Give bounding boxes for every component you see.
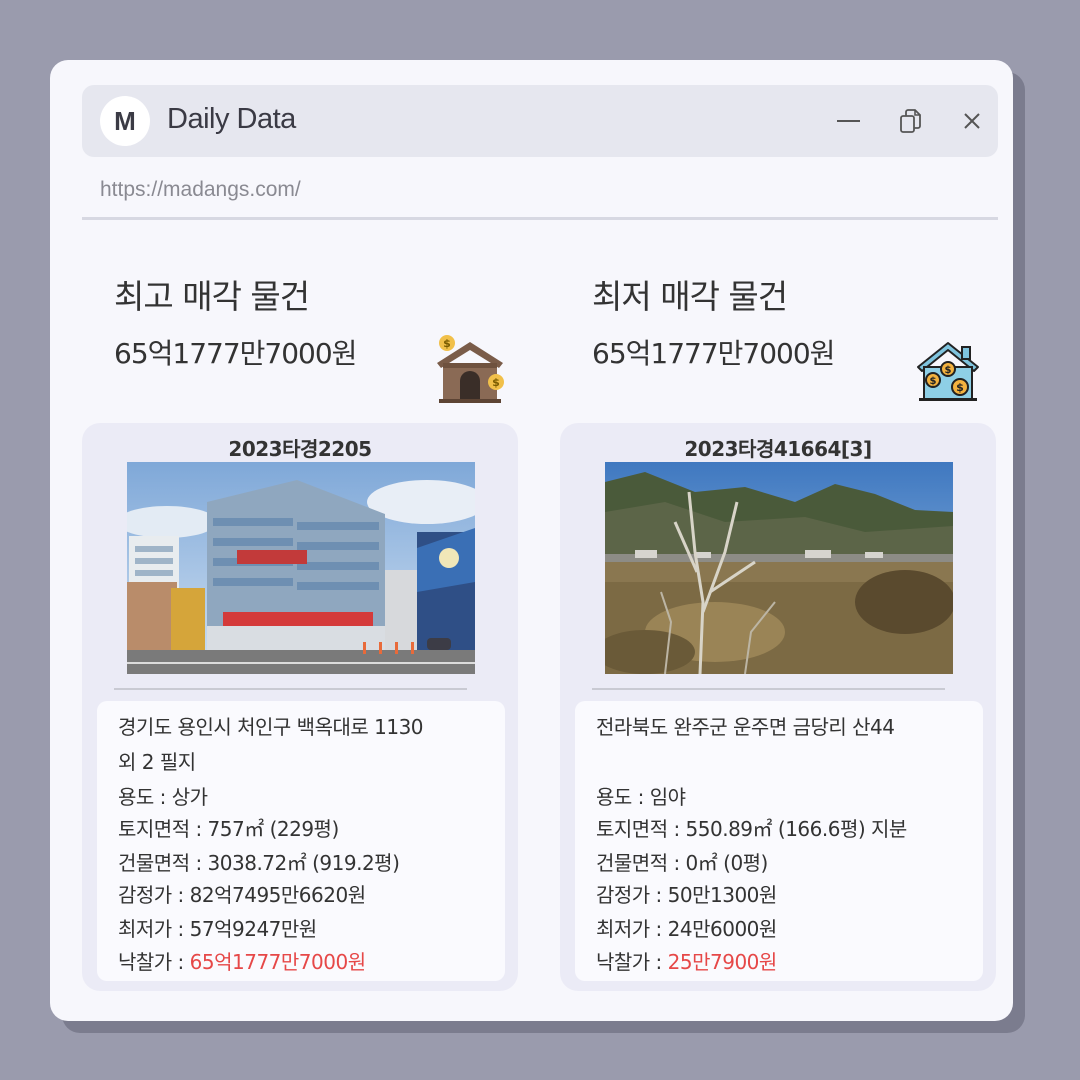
appraisal-price-text: 감정가 : 50만1300원 <box>596 883 777 907</box>
svg-text:$: $ <box>443 337 451 350</box>
title-bar: M Daily Data <box>82 85 998 157</box>
usage-text: 용도 : 임야 <box>596 785 686 809</box>
minimum-price-text: 최저가 : 24만6000원 <box>596 917 777 941</box>
building-area-text: 건물면적 : 0㎡ (0평) <box>596 851 768 875</box>
app-window: M Daily Data https://madangs.com/ 최고 매각 … <box>50 60 1013 1021</box>
house-coin-icon: $ $ <box>433 333 507 409</box>
property-photo-land <box>605 462 953 674</box>
close-button[interactable] <box>958 107 986 135</box>
restore-icon <box>900 109 921 133</box>
winning-bid-value: 65억1777만7000원 <box>189 950 366 974</box>
minimum-price-text: 최저가 : 57억9247만원 <box>118 917 317 941</box>
lowest-sale-header: 최저 매각 물건 65억1777만7000원 <box>592 270 835 372</box>
building-area-text: 건물면적 : 3038.72㎡ (919.2평) <box>118 851 400 875</box>
card-divider <box>114 688 467 690</box>
svg-text:$: $ <box>492 376 500 389</box>
restore-button[interactable] <box>897 107 925 135</box>
highest-sale-price: 65억1777만7000원 <box>114 337 357 370</box>
app-logo: M <box>100 96 150 146</box>
lowest-sale-card[interactable]: 2023타경41664[3] 전라북도 완주군 운주면 금당리 산44 용도:… <box>560 423 996 991</box>
svg-text:$: $ <box>930 376 937 387</box>
address-line-2: 외 2 필지 <box>118 750 196 774</box>
appraisal-price-text: 감정가 : 82억7495만6620원 <box>118 883 366 907</box>
url-divider <box>82 217 998 220</box>
house-money-icon: $ $ $ <box>916 339 980 407</box>
address-line-1: 전라북도 완주군 운주면 금당리 산44 <box>596 715 895 739</box>
close-icon <box>964 113 980 129</box>
property-details: 전라북도 완주군 운주면 금당리 산44 용도 : 임야 토지면적 : 550.… <box>575 701 983 981</box>
lowest-sale-title: 최저 매각 물건 <box>592 277 788 316</box>
app-title: Daily Data <box>167 103 296 135</box>
land-area-text: 토지면적 : 757㎡ (229평) <box>118 817 339 841</box>
winning-bid-label: 낙찰가 : <box>118 950 190 974</box>
highest-sale-title: 최고 매각 물건 <box>114 277 310 316</box>
url-text[interactable]: https://madangs.com/ <box>100 178 301 202</box>
winning-bid-line: 낙찰가 : 65억1777만7000원 <box>118 946 366 975</box>
case-number: 2023타경41664[3] <box>684 437 872 461</box>
land-area-text: 토지면적 : 550.89㎡ (166.6평) 지분 <box>596 817 907 841</box>
highest-sale-card[interactable]: 2023타경2205 경기도 용인시 처인구 백옥대로 1130 외 2 필지 … <box>82 423 518 991</box>
case-number: 2023타경2205 <box>228 437 372 461</box>
svg-text:$: $ <box>945 365 952 376</box>
winning-bid-line: 낙찰가 : 25만7900원 <box>596 946 777 975</box>
property-photo-building <box>127 462 475 674</box>
minimize-button[interactable] <box>834 107 862 135</box>
svg-text:$: $ <box>956 381 964 394</box>
lowest-sale-price: 65억1777만7000원 <box>592 337 835 370</box>
winning-bid-label: 낙찰가 : <box>596 950 668 974</box>
property-details: 경기도 용인시 처인구 백옥대로 1130 외 2 필지 용도 : 상가 토지면… <box>97 701 505 981</box>
highest-sale-header: 최고 매각 물건 65억1777만7000원 <box>114 270 357 372</box>
address-line-1: 경기도 용인시 처인구 백옥대로 1130 <box>118 715 424 739</box>
card-divider <box>592 688 945 690</box>
winning-bid-value: 25만7900원 <box>667 950 778 974</box>
minimize-icon <box>837 120 860 122</box>
usage-text: 용도 : 상가 <box>118 785 208 809</box>
